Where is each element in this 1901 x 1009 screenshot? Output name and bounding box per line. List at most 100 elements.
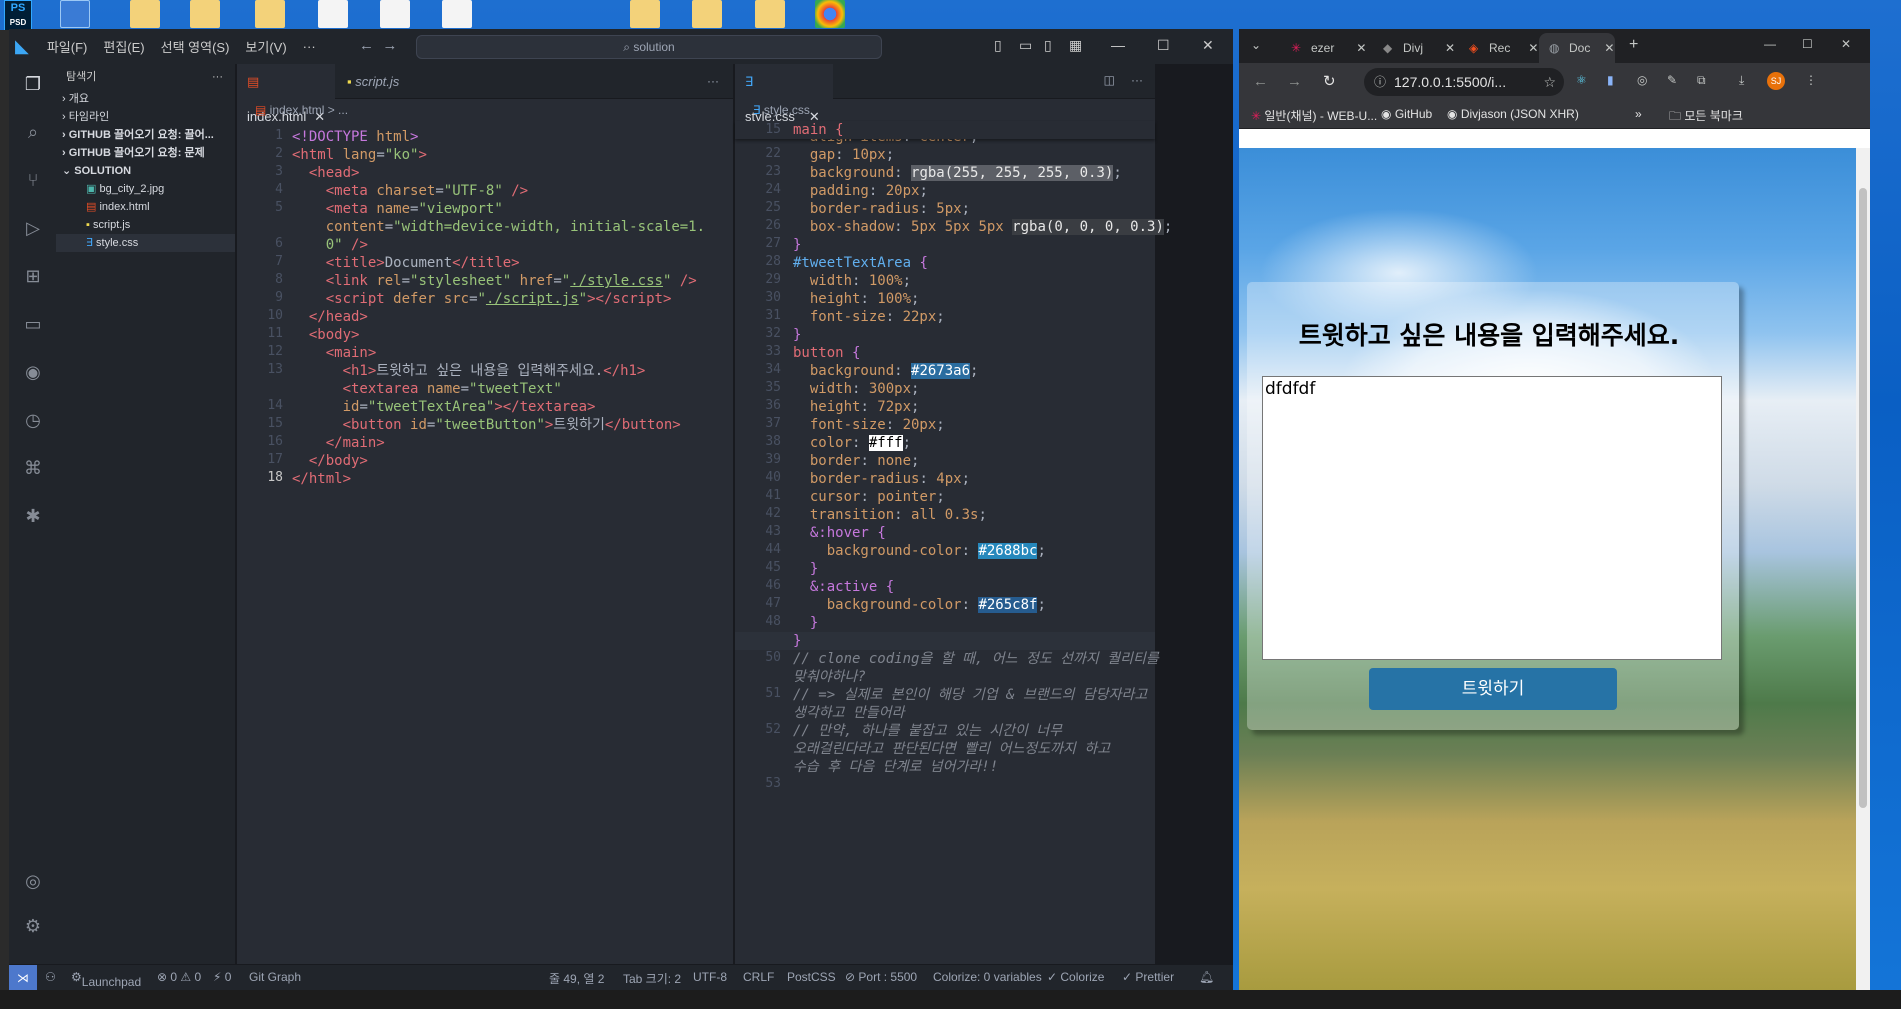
address-bar[interactable]: ⓘ 127.0.0.1:5500/i... ☆ bbox=[1364, 68, 1564, 96]
git-graph-item[interactable]: Git Graph bbox=[249, 970, 301, 984]
more-actions-icon[interactable]: ··· bbox=[707, 74, 719, 88]
folder-icon[interactable] bbox=[692, 0, 722, 28]
menu-file[interactable]: 파일(F) bbox=[39, 37, 96, 56]
bookmarks-overflow-icon[interactable]: » bbox=[1635, 107, 1642, 121]
sticky-scroll-header[interactable]: 15 main { bbox=[735, 121, 1155, 139]
extension-icon[interactable]: ▮ bbox=[1607, 73, 1614, 87]
launchpad-item[interactable]: ⚙ Launchpad bbox=[71, 970, 141, 989]
extensions-puzzle-icon[interactable]: ⧉ bbox=[1697, 73, 1706, 88]
breadcrumb[interactable]: ∃ style.css bbox=[735, 99, 1155, 121]
problems-item[interactable]: ⊗ 0 ⚠ 0 bbox=[157, 970, 201, 984]
maximize-button[interactable]: ☐ bbox=[1802, 37, 1813, 51]
tweet-button[interactable]: 트윗하기 bbox=[1369, 668, 1617, 710]
section-github-issues[interactable]: › GITHUB 끌어오기 요청: 문제 bbox=[56, 144, 235, 162]
file-bg-image[interactable]: ▣ bg_city_2.jpg bbox=[56, 180, 235, 198]
all-bookmarks[interactable]: 🗀︎ 모든 북마크 bbox=[1669, 107, 1743, 128]
download-icon[interactable]: ⤓ bbox=[1739, 73, 1744, 88]
back-arrow-icon[interactable]: ← bbox=[1253, 73, 1268, 90]
react-devtools-icon[interactable]: ⚛ bbox=[1576, 73, 1587, 87]
close-tab-icon[interactable]: ✕ bbox=[1528, 41, 1538, 55]
menu-edit[interactable]: 편집(E) bbox=[95, 37, 152, 56]
bookmark-slack[interactable]: ✳ 일반(채널) - WEB-U... bbox=[1251, 107, 1377, 124]
file-index-html[interactable]: ▤ index.html bbox=[56, 198, 235, 216]
more-actions-icon[interactable]: ··· bbox=[212, 64, 223, 90]
chrome-shortcut-icon[interactable] bbox=[815, 0, 845, 28]
site-info-icon[interactable]: ⓘ bbox=[1374, 68, 1386, 96]
folder-icon[interactable] bbox=[190, 0, 220, 28]
section-github-pr[interactable]: › GITHUB 끌어오기 요청: 끌어... bbox=[56, 126, 235, 144]
extension-tools-icon[interactable]: ✱ bbox=[21, 504, 45, 528]
menu-selection[interactable]: 선택 영역(S) bbox=[153, 37, 238, 56]
tab-script-js[interactable]: ▪ script.js bbox=[337, 64, 433, 99]
accounts-icon[interactable]: ⚇ bbox=[45, 970, 56, 984]
live-server-port[interactable]: ⊘ Port : 5500 bbox=[845, 970, 917, 984]
new-tab-icon[interactable]: + bbox=[1629, 36, 1638, 54]
encoding[interactable]: UTF-8 bbox=[693, 970, 727, 984]
color-picker-icon[interactable]: ✎ bbox=[1667, 73, 1677, 87]
search-icon[interactable]: ⌕ bbox=[21, 120, 45, 144]
colorize-variables[interactable]: Colorize: 0 variables bbox=[933, 970, 1042, 984]
section-timeline[interactable]: › 타임라인 bbox=[56, 108, 235, 126]
split-editor-icon[interactable]: ◫ bbox=[1104, 73, 1115, 87]
close-button[interactable]: ✕ bbox=[1841, 37, 1851, 51]
menu-more[interactable]: ··· bbox=[295, 39, 324, 54]
close-tab-icon[interactable]: ✕ bbox=[1604, 41, 1614, 55]
folder-icon[interactable] bbox=[255, 0, 285, 28]
extensions-icon[interactable]: ⊞ bbox=[21, 264, 45, 288]
language-mode[interactable]: PostCSS bbox=[787, 970, 836, 984]
source-control-icon[interactable]: ⑂ bbox=[21, 168, 45, 192]
bookmark-divjason[interactable]: ◉ Divjason (JSON XHR) bbox=[1447, 107, 1579, 121]
computer-icon[interactable] bbox=[60, 0, 90, 28]
file-script-js[interactable]: ▪ script.js bbox=[56, 216, 235, 234]
document-icon[interactable] bbox=[442, 0, 472, 28]
page-scrollbar[interactable] bbox=[1856, 148, 1870, 990]
run-debug-icon[interactable]: ▷ bbox=[21, 216, 45, 240]
folder-icon[interactable] bbox=[755, 0, 785, 28]
chrome-tab-ezer[interactable]: ✳ ezer ✕ bbox=[1281, 33, 1373, 63]
profile-avatar[interactable]: SJ bbox=[1767, 72, 1785, 90]
git-graph-icon[interactable]: ⌘ bbox=[21, 456, 45, 480]
bookmark-star-icon[interactable]: ☆ bbox=[1543, 68, 1556, 96]
document-icon[interactable] bbox=[318, 0, 348, 28]
menu-view[interactable]: 보기(V) bbox=[237, 37, 294, 56]
cursor-position[interactable]: 줄 49, 열 2 bbox=[549, 970, 604, 987]
maximize-button[interactable]: ☐ bbox=[1157, 37, 1170, 54]
minimize-button[interactable]: — bbox=[1764, 37, 1776, 51]
close-tab-icon[interactable]: ✕ bbox=[1356, 41, 1366, 55]
end-of-line[interactable]: CRLF bbox=[743, 970, 774, 984]
scrollbar-thumb[interactable] bbox=[1859, 188, 1867, 808]
breadcrumb[interactable]: ▤ index.html > ... bbox=[237, 99, 733, 121]
tweet-textarea[interactable]: dfdfdf bbox=[1262, 376, 1722, 660]
git-lens-icon[interactable]: ◉ bbox=[21, 360, 45, 384]
folder-icon[interactable] bbox=[130, 0, 160, 28]
section-outline[interactable]: › 개요 bbox=[56, 90, 235, 108]
minimize-button[interactable]: — bbox=[1111, 37, 1125, 53]
chrome-tab-divj[interactable]: ◆ Divj ✕ bbox=[1373, 33, 1459, 63]
bookmark-github[interactable]: ◉ GitHub bbox=[1381, 107, 1432, 121]
toggle-secondary-sidebar-icon[interactable]: ▯ bbox=[1044, 37, 1052, 54]
more-actions-icon[interactable]: ··· bbox=[1131, 73, 1143, 87]
toggle-sidebar-icon[interactable]: ▯ bbox=[994, 37, 1002, 54]
close-tab-icon[interactable]: ✕ bbox=[1445, 41, 1455, 55]
ports-item[interactable]: ⚡ 0 bbox=[213, 970, 231, 984]
close-button[interactable]: ✕ bbox=[1202, 37, 1214, 54]
chrome-tab-doc[interactable]: ◍ Doc ✕ bbox=[1539, 33, 1615, 63]
chrome-menu-icon[interactable]: ⋮ bbox=[1805, 73, 1817, 87]
timeline-icon[interactable]: ◷ bbox=[21, 408, 45, 432]
remote-indicator-icon[interactable]: ⋊ bbox=[9, 965, 37, 990]
back-arrow-icon[interactable]: ← bbox=[359, 37, 374, 54]
tab-search-icon[interactable]: ⌄ bbox=[1251, 38, 1261, 52]
folder-icon[interactable] bbox=[630, 0, 660, 28]
explorer-icon[interactable]: ❐ bbox=[21, 72, 45, 96]
settings-gear-icon[interactable]: ⚙ bbox=[21, 914, 45, 938]
colorize-toggle[interactable]: ✓ Colorize bbox=[1047, 970, 1104, 984]
customize-layout-icon[interactable]: ▦ bbox=[1069, 37, 1082, 54]
forward-arrow-icon[interactable]: → bbox=[382, 37, 397, 54]
chrome-tab-rec[interactable]: ◈ Rec ✕ bbox=[1459, 33, 1539, 63]
command-center-search[interactable]: ⌕ solution bbox=[416, 35, 882, 59]
forward-arrow-icon[interactable]: → bbox=[1287, 73, 1302, 90]
file-style-css[interactable]: ∃ style.css bbox=[56, 234, 235, 252]
remote-explorer-icon[interactable]: ▭ bbox=[21, 312, 45, 336]
extension-icon[interactable]: ◎ bbox=[1637, 73, 1647, 87]
tab-index-html[interactable]: ▤ index.html ✕ bbox=[237, 64, 335, 124]
